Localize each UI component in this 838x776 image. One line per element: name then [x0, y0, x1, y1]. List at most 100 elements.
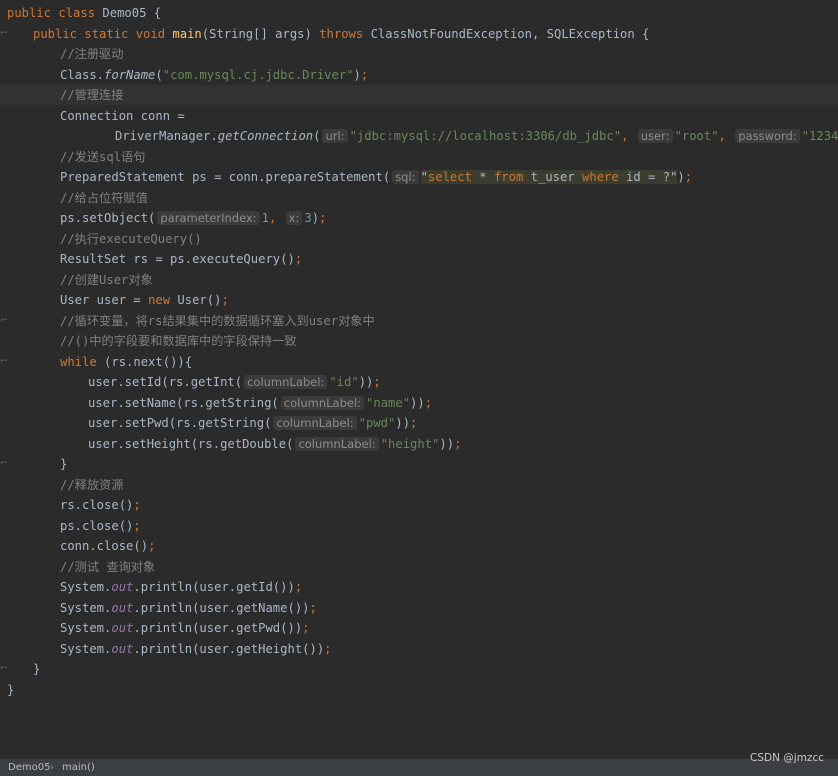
code-token: System.: [60, 600, 112, 615]
code-token: .println(user.getPwd()): [133, 621, 303, 635]
code-line[interactable]: //注册驱动: [0, 44, 838, 64]
code-token: ;: [309, 600, 317, 615]
code-token: ,: [268, 211, 284, 225]
code-token: Connection conn =: [60, 108, 185, 123]
code-line[interactable]: ResultSet rs = ps.executeQuery();: [0, 249, 838, 269]
code-line[interactable]: ⌐}: [0, 454, 838, 474]
code-line[interactable]: PreparedStatement ps = conn.prepareState…: [0, 167, 838, 187]
code-token: ;: [294, 252, 303, 266]
code-token: ;: [148, 539, 156, 553]
code-token: ;: [133, 498, 141, 512]
code-token: out: [111, 600, 134, 615]
code-line[interactable]: }: [0, 680, 838, 700]
code-text: //给占位符赋值: [60, 188, 148, 208]
code-text: //发送sql语句: [60, 147, 145, 167]
code-token: (: [155, 67, 163, 82]
code-line[interactable]: //释放资源: [0, 475, 838, 495]
fold-marker-icon[interactable]: ⌐: [0, 454, 8, 474]
code-token: ;: [294, 580, 303, 594]
code-line[interactable]: System.out.println(user.getId());: [0, 577, 838, 597]
code-text: ResultSet rs = ps.executeQuery();: [60, 249, 302, 269]
code-line[interactable]: ps.close();: [0, 516, 838, 536]
code-token: ;: [302, 621, 310, 635]
code-text: ps.close();: [60, 516, 141, 536]
code-token: ResultSet rs = ps.executeQuery(): [60, 252, 295, 266]
code-line[interactable]: user.setId(rs.getInt(columnLabel: "id"));: [0, 372, 838, 392]
code-token: rs.close(): [60, 498, 134, 512]
code-line[interactable]: Class.forName("com.mysql.cj.jdbc.Driver"…: [0, 65, 838, 85]
fold-marker-icon[interactable]: ⌐: [0, 352, 8, 372]
code-line[interactable]: System.out.println(user.getName());: [0, 598, 838, 618]
code-token: //执行executeQuery(): [60, 231, 202, 246]
code-token: (: [313, 129, 321, 143]
code-token: Class.: [60, 67, 105, 82]
code-editor[interactable]: public class Demo05 {⌐ public static void…: [0, 0, 838, 758]
breadcrumb-class[interactable]: Demo05: [8, 759, 50, 776]
code-token: //释放资源: [60, 477, 124, 492]
code-line[interactable]: //测试 查询对象: [0, 557, 838, 577]
code-token: "name": [366, 395, 411, 410]
code-line[interactable]: user.setHeight(rs.getDouble(columnLabel:…: [0, 434, 838, 454]
code-line[interactable]: //执行executeQuery(): [0, 229, 838, 249]
code-token: }: [7, 682, 15, 697]
code-token: //注册驱动: [60, 47, 124, 61]
code-token: "jdbc:mysql://localhost:3306/db_jdbc": [349, 129, 622, 143]
code-line[interactable]: Connection conn =: [0, 106, 838, 126]
code-token: ;: [684, 170, 693, 184]
parameter-hint: columnLabel:: [244, 375, 328, 389]
code-line[interactable]: public class Demo05 {: [0, 3, 838, 23]
code-token: ;: [324, 641, 332, 656]
code-token: out: [111, 580, 134, 594]
code-token: "id": [329, 375, 359, 389]
fold-marker-icon[interactable]: ⌐: [0, 24, 8, 44]
code-line[interactable]: //()中的字段要和数据库中的字段保持一致: [0, 331, 838, 351]
code-line[interactable]: System.out.println(user.getHeight());: [0, 639, 838, 659]
fold-marker-icon[interactable]: ⌐: [0, 311, 8, 331]
code-line[interactable]: System.out.println(user.getPwd());: [0, 618, 838, 638]
code-line[interactable]: ⌐}: [0, 659, 838, 679]
code-text: user.setHeight(rs.getDouble(columnLabel:…: [88, 434, 461, 454]
code-token: (String[] args): [201, 26, 320, 41]
breadcrumb-method[interactable]: main(): [62, 759, 95, 776]
code-text: System.out.println(user.getPwd());: [60, 618, 310, 638]
code-token: //循环变量，将rs结果集中的数据循环塞入到user对象中: [60, 313, 375, 328]
code-line[interactable]: user.setName(rs.getString(columnLabel: "n…: [0, 393, 838, 413]
code-token: user.setId(rs.getInt(: [88, 375, 243, 389]
code-line[interactable]: DriverManager.getConnection(url: "jdbc:my…: [0, 126, 838, 146]
code-line[interactable]: User user = new User();: [0, 290, 838, 310]
code-token: //测试 查询对象: [60, 559, 156, 574]
code-line[interactable]: //创建User对象: [0, 270, 838, 290]
code-token: System.: [60, 641, 112, 656]
code-line[interactable]: ⌐ while (rs.next()){: [0, 352, 838, 372]
code-token: //管理连接: [60, 88, 124, 102]
code-token: (rs.next()){: [104, 354, 193, 369]
code-line[interactable]: ⌐ public static void main(String[] args) …: [0, 24, 838, 44]
code-token: ;: [221, 293, 229, 307]
code-text: //循环变量，将rs结果集中的数据循环塞入到user对象中: [60, 311, 375, 331]
code-line[interactable]: //管理连接: [0, 85, 838, 105]
code-token: ,: [718, 129, 734, 143]
code-token: "pwd": [358, 416, 396, 430]
code-text: Connection conn =: [60, 106, 185, 126]
code-line[interactable]: //给占位符赋值: [0, 188, 838, 208]
watermark: CSDN @jmzcc: [750, 752, 824, 764]
code-text: User user = new User();: [60, 290, 229, 310]
code-token: "com.mysql.cj.jdbc.Driver": [162, 67, 354, 82]
code-token: System.: [60, 621, 112, 635]
code-text: rs.close();: [60, 495, 141, 515]
code-token: while: [60, 354, 105, 369]
code-line[interactable]: conn.close();: [0, 536, 838, 556]
code-token: user.setPwd(rs.getString(: [88, 416, 272, 430]
code-token: new: [148, 293, 178, 307]
parameter-hint: password:: [735, 129, 800, 143]
parameter-hint: columnLabel:: [295, 436, 379, 451]
code-line[interactable]: //发送sql语句: [0, 147, 838, 167]
code-token: //给占位符赋值: [60, 190, 148, 205]
code-line[interactable]: ps.setObject(parameterIndex: 1, x: 3);: [0, 208, 838, 228]
code-line[interactable]: ⌐ //循环变量，将rs结果集中的数据循环塞入到user对象中: [0, 311, 838, 331]
code-token: ClassNotFoundException, SQLException {: [370, 26, 650, 41]
code-text: System.out.println(user.getHeight());: [60, 639, 332, 659]
code-line[interactable]: user.setPwd(rs.getString(columnLabel: "pw…: [0, 413, 838, 433]
fold-marker-icon[interactable]: ⌐: [0, 659, 8, 679]
code-line[interactable]: rs.close();: [0, 495, 838, 515]
